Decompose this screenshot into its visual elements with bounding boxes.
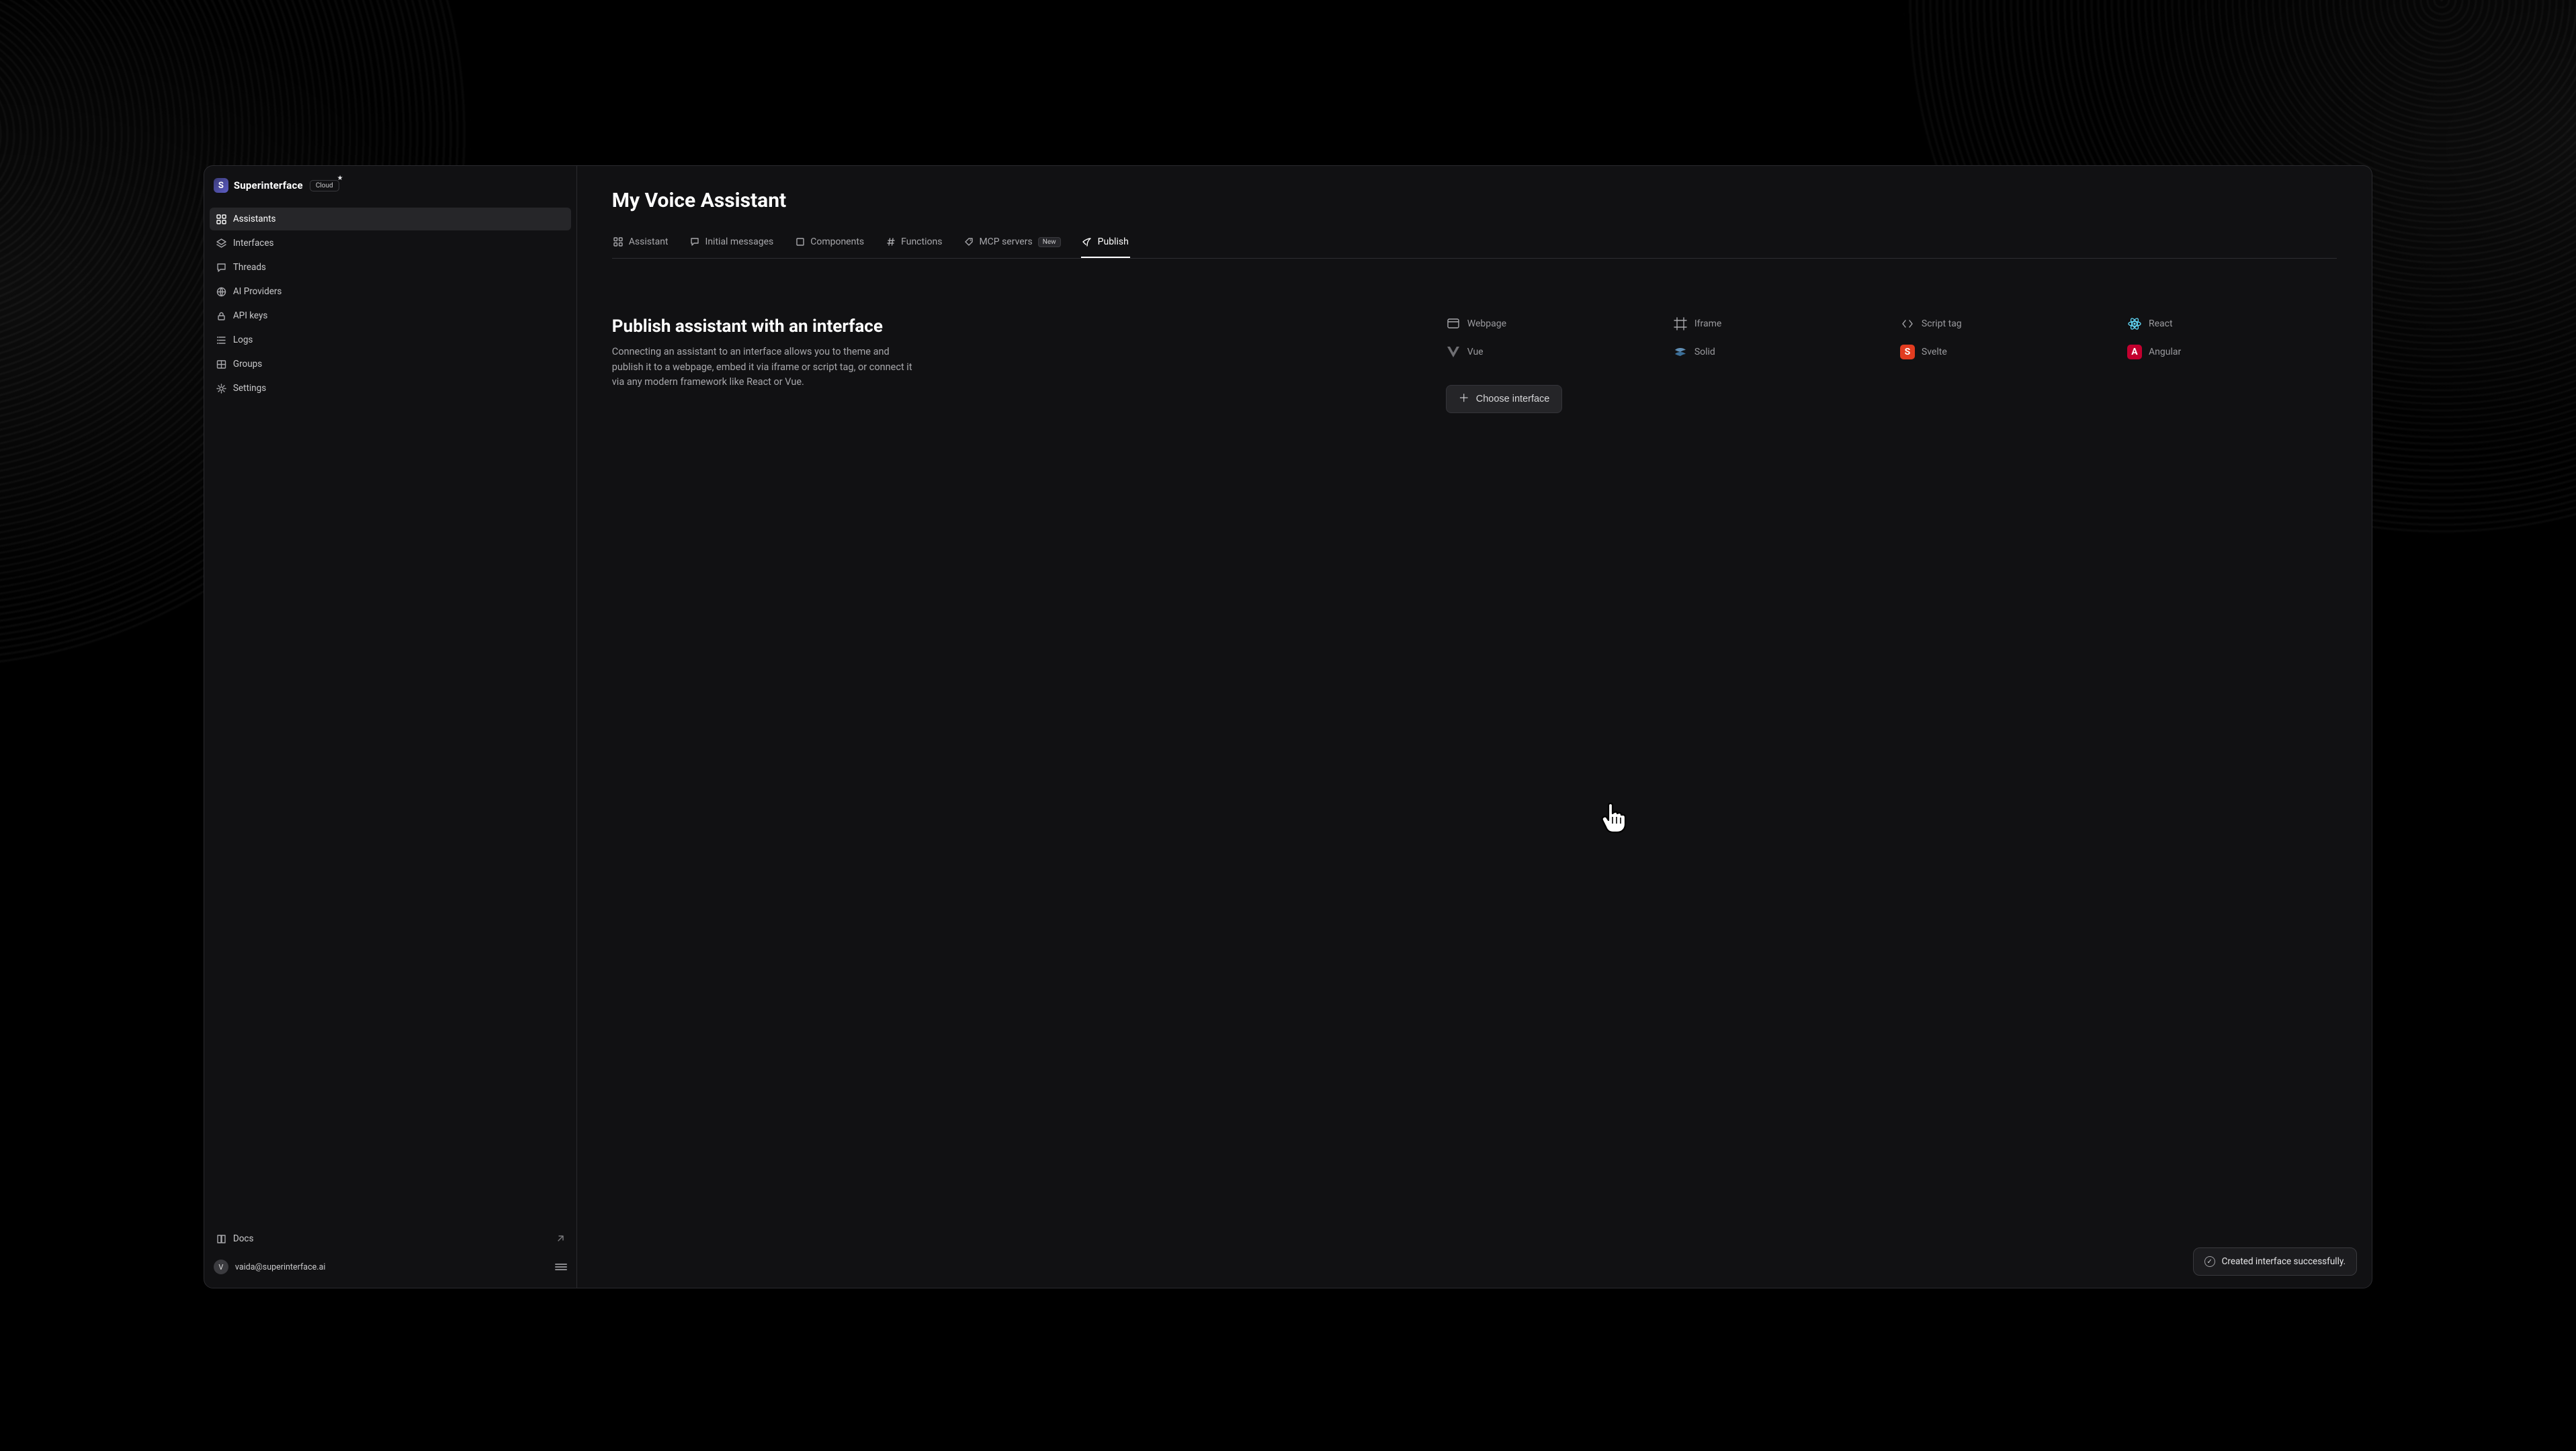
sidebar-item-label: Interfaces <box>233 238 274 249</box>
option-react[interactable]: React <box>2127 316 2337 331</box>
sidebar-item-label: API keys <box>233 310 267 321</box>
code-icon <box>1900 316 1915 331</box>
rocket-icon <box>1082 237 1092 247</box>
tab-label: MCP servers <box>979 236 1032 247</box>
grid-icon <box>613 237 624 247</box>
solid-icon <box>1673 345 1688 359</box>
sidebar-nav: Assistants Interfaces Threads AI Provide… <box>204 208 576 400</box>
book-icon <box>216 1234 226 1244</box>
layers-icon <box>216 238 226 249</box>
vue-icon <box>1446 345 1461 359</box>
option-label: Solid <box>1694 347 1715 357</box>
docs-label: Docs <box>233 1233 254 1244</box>
tab-label: Initial messages <box>705 236 774 247</box>
external-link-icon <box>556 1235 564 1243</box>
react-icon <box>2127 316 2142 331</box>
table-icon <box>216 359 226 369</box>
sidebar-item-label: Settings <box>233 383 266 394</box>
chat-icon <box>216 263 226 273</box>
choose-interface-button[interactable]: ＋ Choose interface <box>1446 385 1563 413</box>
tab-label: Functions <box>901 236 942 247</box>
sidebar-item-label: Groups <box>233 359 262 369</box>
frame-icon <box>1673 316 1688 331</box>
sidebar-item-interfaces[interactable]: Interfaces <box>210 232 571 255</box>
brand: S Superinterface Cloud <box>204 178 576 208</box>
tab-label: Assistant <box>629 236 669 247</box>
brand-name: Superinterface <box>234 179 303 191</box>
sidebar-item-groups[interactable]: Groups <box>210 353 571 376</box>
tab-label: Publish <box>1098 236 1129 247</box>
tag-icon <box>963 237 974 247</box>
sidebar-item-label: AI Providers <box>233 286 282 297</box>
sidebar-item-api-keys[interactable]: API keys <box>210 304 571 327</box>
svelte-icon: S <box>1900 345 1915 359</box>
option-label: Angular <box>2149 347 2181 357</box>
intro-heading: Publish assistant with an interface <box>612 316 1406 337</box>
sidebar-bottom: Docs V vaida@superinterface.ai <box>204 1227 576 1288</box>
intro-body: Connecting an assistant to an interface … <box>612 345 921 390</box>
account-email: vaida@superinterface.ai <box>235 1262 326 1272</box>
option-svelte[interactable]: S Svelte <box>1900 345 2110 359</box>
avatar: V <box>214 1260 228 1274</box>
option-iframe[interactable]: Iframe <box>1673 316 1883 331</box>
tab-bar: Assistant Initial messages Components Fu… <box>612 230 2337 259</box>
sidebar-item-logs[interactable]: Logs <box>210 328 571 351</box>
publish-options: Webpage Iframe Script tag React <box>1446 316 2337 413</box>
option-label: React <box>2149 318 2173 329</box>
toast-success: ✓ Created interface successfully. <box>2193 1247 2357 1276</box>
sidebar-item-label: Logs <box>233 335 253 345</box>
option-grid: Webpage Iframe Script tag React <box>1446 316 2337 359</box>
webpage-icon <box>1446 316 1461 331</box>
option-vue[interactable]: Vue <box>1446 345 1656 359</box>
tab-publish[interactable]: Publish <box>1081 230 1130 258</box>
check-circle-icon: ✓ <box>2204 1256 2215 1267</box>
plus-icon: ＋ <box>1459 394 1469 404</box>
option-label: Iframe <box>1694 318 1721 329</box>
sidebar-item-threads[interactable]: Threads <box>210 256 571 279</box>
lock-icon <box>216 311 226 321</box>
page-title: My Voice Assistant <box>612 189 2337 212</box>
globe-icon <box>216 287 226 297</box>
option-webpage[interactable]: Webpage <box>1446 316 1656 331</box>
tab-label: Components <box>810 236 864 247</box>
chat-icon <box>690 237 700 247</box>
publish-content: Publish assistant with an interface Conn… <box>612 316 2337 413</box>
option-angular[interactable]: A Angular <box>2127 345 2337 359</box>
tab-initial-messages[interactable]: Initial messages <box>689 230 775 258</box>
sidebar-item-ai-providers[interactable]: AI Providers <box>210 280 571 303</box>
sidebar-item-assistants[interactable]: Assistants <box>210 208 571 230</box>
option-solid[interactable]: Solid <box>1673 345 1883 359</box>
list-icon <box>216 335 226 345</box>
option-script-tag[interactable]: Script tag <box>1900 316 2110 331</box>
tab-mcp-servers[interactable]: MCP servers New <box>962 230 1062 258</box>
main-panel: My Voice Assistant Assistant Initial mes… <box>577 166 2372 1288</box>
tab-components[interactable]: Components <box>793 230 865 258</box>
sidebar-item-label: Assistants <box>233 214 276 224</box>
tab-assistant[interactable]: Assistant <box>612 230 670 258</box>
sidebar: S Superinterface Cloud Assistants Interf… <box>204 166 577 1288</box>
choose-interface-label: Choose interface <box>1476 394 1550 404</box>
account-row: V vaida@superinterface.ai <box>210 1256 571 1278</box>
option-label: Webpage <box>1467 318 1506 329</box>
brand-tier-badge: Cloud <box>310 180 339 191</box>
gear-icon <box>216 384 226 394</box>
option-label: Script tag <box>1922 318 1962 329</box>
option-label: Vue <box>1467 347 1484 357</box>
option-label: Svelte <box>1922 347 1947 357</box>
tab-functions[interactable]: Functions <box>884 230 943 258</box>
angular-icon: A <box>2127 345 2142 359</box>
new-badge: New <box>1038 237 1061 247</box>
square-icon <box>795 237 805 247</box>
intro-section: Publish assistant with an interface Conn… <box>612 316 1406 413</box>
docs-link[interactable]: Docs <box>210 1227 571 1250</box>
brand-logo: S <box>214 178 228 193</box>
grid-icon <box>216 214 226 224</box>
account-menu-button[interactable] <box>555 1262 567 1272</box>
sidebar-item-settings[interactable]: Settings <box>210 377 571 400</box>
sidebar-item-label: Threads <box>233 262 266 273</box>
toast-message: Created interface successfully. <box>2222 1256 2346 1267</box>
app-window: S Superinterface Cloud Assistants Interf… <box>204 165 2372 1288</box>
hash-icon <box>886 237 896 247</box>
